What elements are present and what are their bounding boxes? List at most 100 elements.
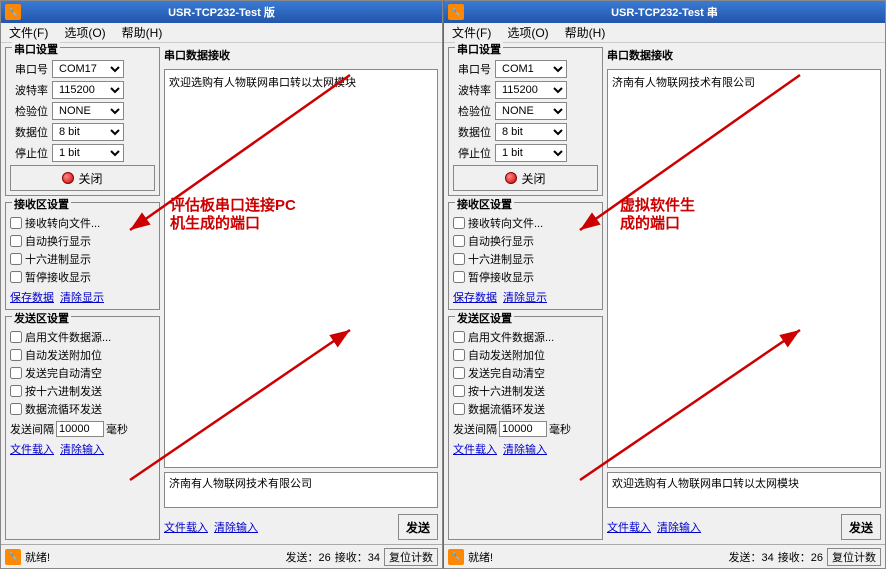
recv-cb-1-2[interactable]: [453, 235, 465, 247]
parity-select-1[interactable]: NONE: [52, 102, 124, 120]
file-load-link-2[interactable]: 文件载入: [607, 519, 651, 535]
parity-label-2: 检验位: [453, 103, 491, 119]
send-cb-0-1[interactable]: [10, 331, 22, 343]
menu-options-2[interactable]: 选项(O): [503, 23, 552, 42]
recv-area-1: 欢迎选购有人物联网串口转以太网模块: [164, 69, 438, 468]
stop-row-2: 停止位 1 bit: [453, 144, 598, 162]
recv-cb-2-2[interactable]: [453, 253, 465, 265]
baud-label-1: 波特率: [10, 82, 48, 98]
interval-unit-2: 毫秒: [549, 421, 571, 437]
save-link-1[interactable]: 保存数据: [10, 289, 54, 305]
reset-btn-2[interactable]: 复位计数: [827, 548, 881, 566]
send-opt-4-1: 数据流循环发送: [10, 401, 155, 417]
status-icon-1: 🔧: [5, 549, 21, 565]
port-select-1[interactable]: COM17: [52, 60, 124, 78]
reset-btn-1[interactable]: 复位计数: [384, 548, 438, 566]
recv-cb-0-1[interactable]: [10, 217, 22, 229]
recv-opt-label-1-1: 自动换行显示: [25, 233, 91, 249]
stop-select-2[interactable]: 1 bit: [495, 144, 567, 162]
parity-label-1: 检验位: [10, 103, 48, 119]
titlebar-2: 🔧 USR-TCP232-Test 串: [444, 1, 885, 23]
send-cb-2-1[interactable]: [10, 367, 22, 379]
send-area-1[interactable]: 济南有人物联网技术有限公司: [164, 472, 438, 508]
menu-help-2[interactable]: 帮助(H): [561, 23, 610, 42]
menu-file-1[interactable]: 文件(F): [5, 23, 52, 42]
recv-opt-label-2-2: 十六进制显示: [468, 251, 534, 267]
send-cb-3-1[interactable]: [10, 385, 22, 397]
close-btn-1[interactable]: 关闭: [10, 165, 155, 191]
send-cb-4-2[interactable]: [453, 403, 465, 415]
interval-label-1: 发送间隔: [10, 421, 54, 437]
stop-row-1: 停止位 1 bit: [10, 144, 155, 162]
bottom-links-2: 文件载入 清除输入: [607, 519, 701, 535]
clear-input-link-1[interactable]: 清除输入: [214, 519, 258, 535]
send-area-2[interactable]: 欢迎选购有人物联网串口转以太网模块: [607, 472, 881, 508]
send-cb-0-2[interactable]: [453, 331, 465, 343]
port-select-2[interactable]: COM1: [495, 60, 567, 78]
statusbar-1: 🔧 就绪! 发送：26 接收：34 复位计数: [1, 544, 442, 568]
clear-link-1[interactable]: 清除显示: [60, 289, 104, 305]
send-row-1: 文件载入 清除输入 发送: [164, 514, 438, 540]
send-opt-label-2-1: 发送完自动清空: [25, 365, 102, 381]
baud-row-2: 波特率 115200: [453, 81, 598, 99]
close-btn-label-1: 关闭: [78, 170, 102, 187]
interval-input-2[interactable]: [499, 421, 547, 437]
recv-opt-0-2: 接收转向文件...: [453, 215, 598, 231]
send-button-1[interactable]: 发送: [398, 514, 438, 540]
recv-text-1: 欢迎选购有人物联网串口转以太网模块: [169, 77, 356, 89]
menubar-2: 文件(F) 选项(O) 帮助(H): [444, 23, 885, 43]
recv-area-2: 济南有人物联网技术有限公司: [607, 69, 881, 468]
stat-recv-2: 接收：26: [778, 549, 823, 565]
recv-cb-0-2[interactable]: [453, 217, 465, 229]
send-opt-label-0-2: 启用文件数据源...: [468, 329, 554, 345]
serial-settings-title-1: 串口设置: [12, 41, 60, 57]
menu-options-1[interactable]: 选项(O): [60, 23, 109, 42]
clear-input-link-2[interactable]: 清除输入: [657, 519, 701, 535]
menu-file-2[interactable]: 文件(F): [448, 23, 495, 42]
send-interval-row-2: 发送间隔 毫秒: [453, 421, 598, 437]
stop-select-1[interactable]: 1 bit: [52, 144, 124, 162]
recv-cb-3-2[interactable]: [453, 271, 465, 283]
parity-select-2[interactable]: NONE: [495, 102, 567, 120]
recv-text-2: 济南有人物联网技术有限公司: [612, 77, 755, 89]
load-link-1[interactable]: 文件载入: [10, 441, 54, 457]
clear-link-2[interactable]: 清除显示: [503, 289, 547, 305]
recv-cb-2-1[interactable]: [10, 253, 22, 265]
baud-select-1[interactable]: 115200: [52, 81, 124, 99]
recv-opt-0-1: 接收转向文件...: [10, 215, 155, 231]
menu-help-1[interactable]: 帮助(H): [118, 23, 167, 42]
send-clear-link-2[interactable]: 清除输入: [503, 441, 547, 457]
recv-settings-group-2: 接收区设置 接收转向文件... 自动换行显示 十六进制显示: [448, 202, 603, 310]
data-select-2[interactable]: 8 bit: [495, 123, 567, 141]
right-panel-2: 串口数据接收 济南有人物联网技术有限公司 欢迎选购有人物联网串口转以太网模块 文…: [607, 47, 881, 540]
save-link-2[interactable]: 保存数据: [453, 289, 497, 305]
recv-opt-1-1: 自动换行显示: [10, 233, 155, 249]
recv-settings-title-2: 接收区设置: [455, 196, 514, 212]
data-select-1[interactable]: 8 bit: [52, 123, 124, 141]
interval-input-1[interactable]: [56, 421, 104, 437]
recv-opt-1-2: 自动换行显示: [453, 233, 598, 249]
send-cb-4-1[interactable]: [10, 403, 22, 415]
send-settings-group-2: 发送区设置 启用文件数据源... 自动发送附加位 发送完自动清空: [448, 316, 603, 540]
send-button-2[interactable]: 发送: [841, 514, 881, 540]
window-1: 🔧 USR-TCP232-Test 版 文件(F) 选项(O) 帮助(H) 串口…: [0, 0, 443, 569]
send-cb-2-2[interactable]: [453, 367, 465, 379]
left-panel-2: 串口设置 串口号 COM1 波特率 115200 检验位: [448, 47, 603, 540]
baud-label-2: 波特率: [453, 82, 491, 98]
recv-opt-label-3-1: 暂停接收显示: [25, 269, 91, 285]
send-opt-label-3-1: 按十六进制发送: [25, 383, 102, 399]
recv-cb-1-1[interactable]: [10, 235, 22, 247]
close-btn-2[interactable]: 关闭: [453, 165, 598, 191]
send-cb-3-2[interactable]: [453, 385, 465, 397]
data-label-2: 数据位: [453, 124, 491, 140]
parity-row-2: 检验位 NONE: [453, 102, 598, 120]
send-clear-link-1[interactable]: 清除输入: [60, 441, 104, 457]
interval-unit-1: 毫秒: [106, 421, 128, 437]
load-link-2[interactable]: 文件载入: [453, 441, 497, 457]
recv-cb-3-1[interactable]: [10, 271, 22, 283]
file-load-link-1[interactable]: 文件载入: [164, 519, 208, 535]
send-cb-1-2[interactable]: [453, 349, 465, 361]
titlebar-1: 🔧 USR-TCP232-Test 版: [1, 1, 442, 23]
baud-select-2[interactable]: 115200: [495, 81, 567, 99]
send-cb-1-1[interactable]: [10, 349, 22, 361]
